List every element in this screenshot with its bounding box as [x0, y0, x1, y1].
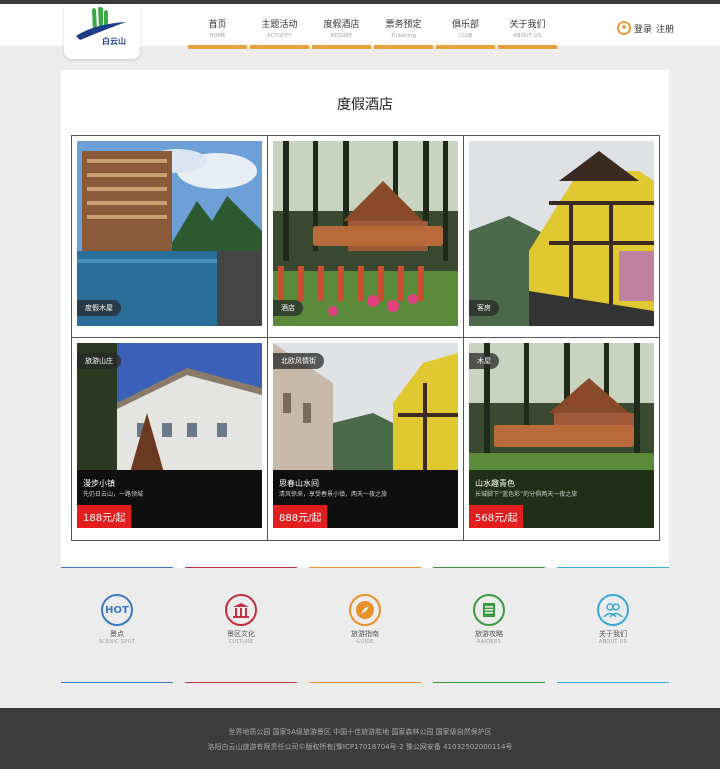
- feature-label: 旅游指南: [351, 630, 379, 638]
- hotel-card[interactable]: 度假木屋: [72, 136, 268, 338]
- hotel-title: 思春山水间: [279, 479, 319, 488]
- feature-line: [61, 567, 173, 568]
- feature-line: [185, 567, 297, 568]
- nav-sublabel: ACTIVITY: [267, 33, 292, 39]
- hotel-price[interactable]: 888元/起: [273, 505, 328, 528]
- hotel-price[interactable]: 188元/起: [77, 505, 132, 528]
- feature-sublabel: RAIDERS: [477, 639, 501, 645]
- main-nav: 首页 HOME 主题活动 ACTIVITY 度假酒店 RESORT 票务预定 T…: [188, 8, 557, 49]
- hotel-tag: 北欧风情街: [273, 353, 324, 369]
- hotel-title: 漫步小镇: [83, 479, 115, 488]
- feature-line: [185, 682, 297, 683]
- login-area: 登录 注册: [617, 21, 674, 35]
- header: 白云山 首页 HOME 主题活动 ACTIVITY 度假酒店 RESORT 票务…: [0, 4, 720, 59]
- hotel-card[interactable]: 酒店: [268, 136, 464, 338]
- site-logo[interactable]: 白云山: [64, 4, 140, 59]
- register-link[interactable]: 注册: [656, 22, 674, 35]
- nav-label: 主题活动: [261, 20, 298, 30]
- hotel-desc: 清风徐来，享受春景小镇，两天一夜之旅: [279, 491, 388, 498]
- hotel-card[interactable]: 客房: [464, 136, 659, 338]
- hotel-tag: 客房: [469, 300, 499, 316]
- hotel-photo: 旅游山庄 漫步小镇 先仍日云山，一路领城 188元/起: [77, 343, 262, 528]
- hotel-card[interactable]: 木屋 山水趣青色 长城脚下“蓝色彩”的分俱两天一夜之旅 568元/起: [464, 338, 659, 540]
- feature-line: [557, 682, 669, 683]
- hotel-card[interactable]: 旅游山庄 漫步小镇 先仍日云山，一路领城 188元/起: [72, 338, 268, 540]
- feature-line: [433, 682, 545, 683]
- feature-sublabel: CULTURE: [228, 639, 254, 645]
- feature-label: 景点: [110, 630, 124, 638]
- hotel-tag: 酒店: [273, 300, 303, 316]
- compass-icon: [349, 594, 381, 626]
- nav-label: 票务预定: [385, 20, 422, 30]
- nav-label: 首页: [208, 20, 227, 30]
- nav-item-home[interactable]: 首页 HOME: [188, 8, 247, 49]
- feature-line: [557, 567, 669, 568]
- temple-icon: [225, 594, 257, 626]
- nav-sublabel: ABOUT US: [513, 33, 542, 39]
- hotel-title: 山水趣青色: [475, 479, 515, 488]
- nav-label: 关于我们: [509, 20, 546, 30]
- hotel-tag: 木屋: [469, 353, 499, 369]
- feature-line: [61, 682, 173, 683]
- feature-label: 旅游攻略: [475, 630, 503, 638]
- login-link[interactable]: 登录: [634, 22, 652, 35]
- nav-item-about[interactable]: 关于我们 ABOUT US: [498, 8, 557, 49]
- feature-line: [433, 567, 545, 568]
- feature-label: 关于我们: [599, 630, 627, 638]
- feature-sublabel: SCENIC SPOT: [98, 639, 136, 645]
- hot-icon: HOT: [101, 594, 133, 626]
- footer-honors: 世界地质公园 国家5A级旅游景区 中国十佳旅游胜地 国家森林公园 国家级自然保护…: [228, 728, 492, 736]
- feature-label: 景区文化: [227, 630, 255, 638]
- logo-text: 白云山: [102, 36, 126, 46]
- feature-sublabel: GUIDE: [356, 639, 374, 645]
- hotel-tag: 度假木屋: [77, 300, 121, 316]
- nav-label: 度假酒店: [323, 20, 360, 30]
- nav-item-resort[interactable]: 度假酒店 RESORT: [312, 8, 371, 49]
- document-icon: [473, 594, 505, 626]
- nav-sublabel: Ticketing: [390, 33, 417, 39]
- nav-item-club[interactable]: 俱乐部 CLUB: [436, 8, 495, 49]
- hotel-price[interactable]: 568元/起: [469, 505, 524, 528]
- hotel-photo: 客房: [469, 141, 654, 326]
- hotel-photo: 木屋 山水趣青色 长城脚下“蓝色彩”的分俱两天一夜之旅 568元/起: [469, 343, 654, 528]
- feature-line: [309, 567, 421, 568]
- footer: 世界地质公园 国家5A级旅游景区 中国十佳旅游胜地 国家森林公园 国家级自然保护…: [0, 708, 720, 769]
- nav-sublabel: CLUB: [458, 33, 473, 39]
- nav-sublabel: HOME: [209, 33, 226, 39]
- hotel-desc: 长城脚下“蓝色彩”的分俱两天一夜之旅: [475, 491, 578, 498]
- people-icon: [597, 594, 629, 626]
- hotel-grid: 度假木屋 酒店 客房 旅游山庄 漫步小镇 先仍日云山，一路领城 188元/起 北…: [71, 135, 660, 541]
- hotel-desc: 先仍日云山，一路领城: [83, 491, 144, 498]
- nav-label: 俱乐部: [451, 20, 479, 30]
- hotel-photo: 度假木屋: [77, 141, 262, 326]
- feature-sublabel: ABOUT US: [598, 639, 628, 645]
- feature-line: [309, 682, 421, 683]
- feature-scenic-spot[interactable]: HOT 景点 SCENIC SPOT: [61, 567, 173, 683]
- hotel-photo: 北欧风情街 思春山水间 清风徐来，享受春景小镇，两天一夜之旅 888元/起: [273, 343, 458, 528]
- hotel-tag: 旅游山庄: [77, 353, 121, 369]
- hotel-card[interactable]: 北欧风情街 思春山水间 清风徐来，享受春景小镇，两天一夜之旅 888元/起: [268, 338, 464, 540]
- footer-copyright: 洛阳白云山旅游有限责任公司©版权所有|豫ICP17018704号-2 豫公网安备…: [207, 743, 513, 751]
- feature-culture[interactable]: 景区文化 CULTURE: [185, 567, 297, 683]
- resort-panel: 度假酒店 度假木屋 酒店 客房 旅游山庄 漫步小镇 先仍日云山，一路领城 188…: [61, 70, 669, 568]
- nav-item-activity[interactable]: 主题活动 ACTIVITY: [250, 8, 309, 49]
- feature-about-us[interactable]: 关于我们 ABOUT US: [557, 567, 669, 683]
- nav-sublabel: RESORT: [330, 33, 353, 39]
- user-icon: [617, 21, 631, 35]
- feature-guide[interactable]: 旅游指南 GUIDE: [309, 567, 421, 683]
- feature-raiders[interactable]: 旅游攻略 RAIDERS: [433, 567, 545, 683]
- section-title: 度假酒店: [337, 97, 393, 113]
- nav-item-ticketing[interactable]: 票务预定 Ticketing: [374, 8, 433, 49]
- hotel-photo: 酒店: [273, 141, 458, 326]
- features-row: HOT 景点 SCENIC SPOT 景区文化 CULTURE 旅游指南 GUI…: [61, 567, 669, 683]
